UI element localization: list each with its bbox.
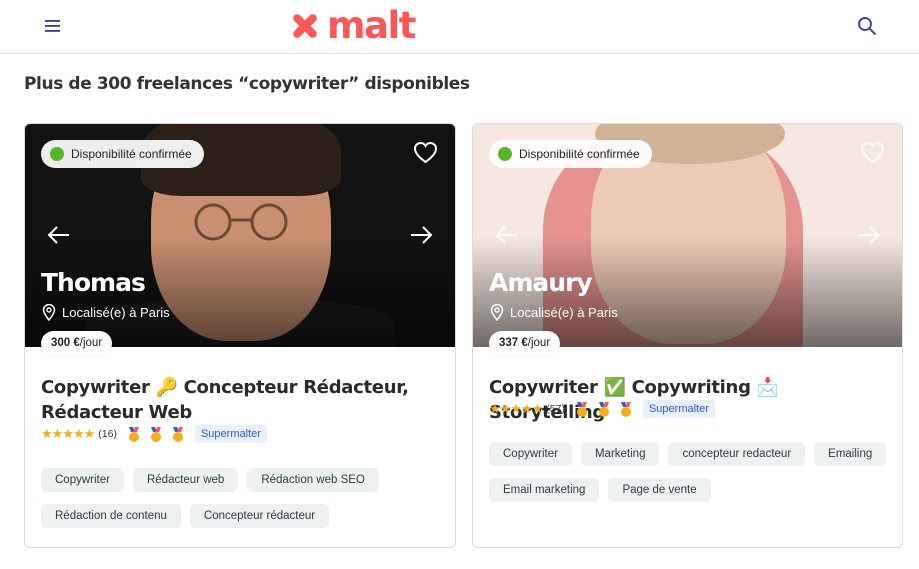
availability-badge: Disponibilité confirmée — [489, 140, 652, 168]
skill-tag[interactable]: Concepteur rédacteur — [189, 504, 330, 528]
location-label: Localisé(e) à Paris — [62, 305, 170, 320]
daily-rate-badge: 300 €/jour — [41, 331, 113, 356]
skill-tag[interactable]: Copywriter — [489, 442, 572, 466]
skill-tag[interactable]: Marketing — [580, 442, 660, 466]
skill-tag[interactable]: Rédaction de contenu — [41, 504, 181, 528]
skill-tag[interactable]: Rédacteur web — [132, 468, 239, 492]
skill-tag[interactable]: Page de vente — [608, 478, 711, 502]
skill-tags: Copywriter Rédacteur web Rédaction web S… — [41, 468, 441, 528]
availability-dot-icon — [498, 147, 512, 161]
freelancer-card[interactable]: Disponibilité confirmée Thomas Localisé(… — [24, 123, 456, 548]
rate-value: 337 € — [499, 337, 528, 349]
heart-icon[interactable] — [860, 141, 885, 164]
supermalter-badge: Supermalter — [194, 425, 267, 443]
location-pin-icon — [42, 304, 56, 321]
skill-tag[interactable]: Emailing — [814, 442, 887, 466]
rate-value: 300 € — [51, 337, 80, 349]
malt-logo-mark-icon — [293, 14, 317, 38]
rating-stars: ★★★★★ — [489, 401, 543, 416]
rating-row: ★★★★★ (16) Supermalter — [41, 425, 267, 443]
rating-stars: ★★★★★ — [41, 426, 95, 441]
supermalter-badge: Supermalter — [642, 400, 715, 418]
availability-badge: Disponibilité confirmée — [41, 140, 204, 168]
availability-label: Disponibilité confirmée — [71, 147, 192, 161]
skill-tag[interactable]: Rédaction web SEO — [247, 468, 379, 492]
review-count: (57) — [546, 403, 565, 415]
medal-icon — [172, 426, 183, 442]
malt-logo[interactable]: malt — [289, 4, 416, 47]
results-heading: Plus de 300 freelances “copywriter” disp… — [24, 74, 470, 94]
profile-photo: Disponibilité confirmée Thomas Localisé(… — [25, 124, 455, 347]
freelancer-title[interactable]: Copywriter 🔑 Concepteur Rédacteur, Rédac… — [41, 375, 441, 425]
search-icon[interactable] — [856, 15, 878, 37]
top-navigation-bar: malt — [0, 0, 919, 54]
medal-icon — [150, 426, 161, 442]
rate-unit: /jour — [527, 337, 551, 349]
location-label: Localisé(e) à Paris — [510, 305, 618, 320]
freelancer-card[interactable]: Disponibilité confirmée Amaury Localisé(… — [472, 123, 903, 548]
skill-tag[interactable]: concepteur redacteur — [668, 442, 806, 466]
medal-icon — [576, 401, 587, 417]
skill-tags: Copywriter Marketing concepteur redacteu… — [489, 442, 889, 502]
freelancer-location: Localisé(e) à Paris — [490, 304, 618, 321]
freelancer-location: Localisé(e) à Paris — [42, 304, 170, 321]
rate-unit: /jour — [79, 337, 103, 349]
heart-icon[interactable] — [413, 141, 438, 164]
freelancer-name: Thomas — [41, 268, 146, 297]
photo-glasses — [194, 203, 288, 241]
freelancer-name: Amaury — [489, 268, 593, 297]
profile-photo: Disponibilité confirmée Amaury Localisé(… — [473, 124, 902, 347]
rating-row: ★★★★★ (57) Supermalter — [489, 400, 715, 418]
arrow-right-icon[interactable] — [855, 223, 881, 247]
skill-tag[interactable]: Email marketing — [489, 478, 600, 502]
skill-tag[interactable]: Copywriter — [41, 468, 124, 492]
medal-icon — [620, 401, 631, 417]
medal-icon — [128, 426, 139, 442]
arrow-left-icon[interactable] — [494, 223, 520, 247]
daily-rate-badge: 337 €/jour — [489, 331, 561, 356]
hamburger-menu-icon[interactable] — [42, 16, 64, 36]
medal-icon — [598, 401, 609, 417]
review-count: (16) — [98, 428, 117, 440]
arrow-right-icon[interactable] — [408, 223, 434, 247]
logo-text: malt — [327, 4, 416, 47]
availability-label: Disponibilité confirmée — [519, 147, 640, 161]
availability-dot-icon — [50, 147, 64, 161]
arrow-left-icon[interactable] — [46, 223, 72, 247]
location-pin-icon — [490, 304, 504, 321]
